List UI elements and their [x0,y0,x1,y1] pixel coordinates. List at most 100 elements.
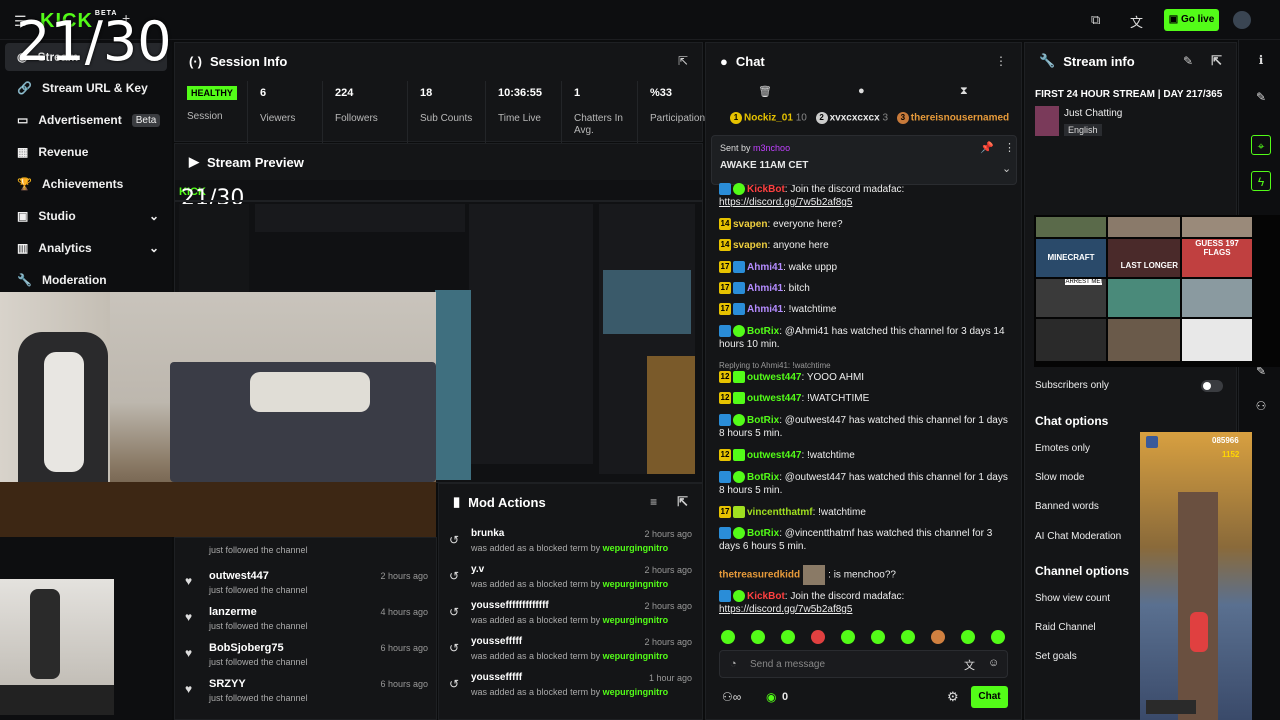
stat-followers: 224 Followers [323,81,408,143]
sidebar-item-advertisement[interactable]: ▭ Advertisement Beta [5,106,167,134]
translate-icon[interactable]: 文 [964,657,975,673]
item-time: 6 hours ago [380,643,428,653]
send-chat-button[interactable]: Chat [971,686,1008,708]
preview-side-video [435,290,471,480]
sidebar-item-label: Studio [38,209,76,223]
item-sub: was added as a blocked term by wepurging… [471,543,669,553]
thumbnail: MINECRAFT [1036,239,1106,277]
more-icon[interactable]: ⋮ [1004,141,1015,154]
sidebar-item-achievements[interactable]: 🏆 Achievements [5,170,167,198]
chat-input-box[interactable]: ◔ Send a message 文 ☺ [719,650,1008,678]
option-ai-moderation[interactable]: AI Chat Moderation [1035,531,1121,542]
bubble-icon[interactable]: ● [858,85,865,97]
settings-icon[interactable]: ⚙ [947,689,959,705]
thumbnail [1036,319,1106,361]
chat-input[interactable]: Send a message [750,659,825,670]
panel-title: Session Info [210,53,288,69]
subscribers-only-toggle[interactable] [1201,380,1223,392]
studio-icon: ▣ [17,209,29,223]
option-set-goals[interactable]: Set goals [1035,651,1077,662]
translate-icon[interactable]: 文 [1130,12,1143,31]
target-icon[interactable]: ⌖ [1251,135,1271,155]
emote-button[interactable] [991,630,1005,644]
chevron-down-icon[interactable]: ⌄ [1002,162,1011,175]
sidebar-item-stream-url[interactable]: 🔗 Stream URL & Key [5,74,167,102]
leader-count: 3 [882,112,889,124]
emote-button[interactable] [781,630,795,644]
popout-icon[interactable]: ⇱ [677,494,688,510]
heart-icon: ♥ [185,646,193,660]
leader-name[interactable]: Nockiz_01 [744,113,793,124]
filter-icon[interactable]: ≡ [650,495,657,509]
emote-button[interactable] [901,630,915,644]
undo-icon[interactable]: ↺ [449,677,459,691]
rank-badge: 1 [730,112,742,124]
emote-button[interactable] [811,630,825,644]
list-item: ♥ BobSjoberg75 just followed the channel 6 … [175,636,436,672]
emote-button[interactable] [871,630,885,644]
emote-button[interactable] [931,630,945,644]
discord-link[interactable]: https://discord.gg/7w5b2af8g5 [719,604,852,615]
more-icon[interactable]: ⋮ [995,54,1007,68]
pin-icon[interactable]: 📌 [980,141,994,154]
sidebar-item-revenue[interactable]: ▦ Revenue [5,138,167,166]
session-info-panel: (·) Session Info ⇱ HEALTHY Session 6 Viewers… [174,42,705,143]
item-sub: just followed the channel [209,621,308,631]
chat-message: BotRix: @outwest447 has watched this cha… [719,414,1008,439]
beta-badge: Beta [131,113,161,127]
chat-header: ● Chat ⋮ [706,43,1021,79]
bot-badge-icon [733,590,745,603]
option-banned-words[interactable]: Banned words [1035,501,1099,512]
popout-icon[interactable]: ⇱ [1211,53,1222,69]
trash-icon[interactable]: 🗑 [758,85,772,98]
stat-value: 6 [260,87,267,99]
preview-chat [469,204,593,464]
chat-message: 14 svapen: everyone here? [719,218,843,231]
emote-button[interactable] [961,630,975,644]
edit-icon[interactable]: ✎ [1183,54,1193,68]
item-time: 6 hours ago [380,679,428,689]
users-icon[interactable]: ⚇∞ [722,690,741,704]
list-item: ↺ y.v was added as a blocked term by wepur… [439,560,702,596]
option-emotes-only[interactable]: Emotes only [1035,443,1090,454]
go-live-button[interactable]: ▣ Go live [1164,9,1219,31]
leader-name[interactable]: xvxcxcxcx [830,113,880,124]
status-badge: HEALTHY [187,86,237,100]
preview-icon[interactable]: ⧉ [1091,12,1100,28]
undo-icon[interactable]: ↺ [449,533,459,547]
leader-name[interactable]: thereisnousernamed [911,113,1009,124]
emote-button[interactable] [751,630,765,644]
option-raid-channel[interactable]: Raid Channel [1035,622,1096,633]
floor [0,482,436,537]
popout-icon[interactable]: ⇱ [678,54,688,68]
category-name[interactable]: Just Chatting [1064,108,1122,119]
undo-icon[interactable]: ↺ [449,641,459,655]
chevron-down-icon: ⌄ [148,209,159,223]
sidebar-item-moderation[interactable]: 🔧 Moderation [5,266,167,294]
chat-message: 12 outwest447: YOOO AHMI [719,371,865,384]
sidebar-item-studio[interactable]: ▣ Studio ⌄ [5,202,167,230]
hourglass-icon[interactable]: ⧗ [960,85,968,98]
option-show-view-count[interactable]: Show view count [1035,593,1110,604]
emote-button[interactable] [721,630,735,644]
leader-count: 10 [795,112,807,124]
avatar[interactable] [1233,11,1251,29]
undo-icon[interactable]: ↺ [449,569,459,583]
info-icon[interactable]: ℹ [1251,50,1271,70]
discord-link[interactable]: https://discord.gg/7w5b2af8g5 [719,197,852,208]
option-slow-mode[interactable]: Slow mode [1035,472,1084,483]
pen-icon[interactable]: ✎ [1251,87,1271,107]
verified-icon [719,325,731,338]
lightning-icon[interactable]: ϟ [1251,171,1271,191]
stat-time-live: 10:36:55 Time Live [486,81,562,143]
users-icon[interactable]: ⚇ [1251,396,1271,416]
emoji-icon[interactable]: ☺ [988,657,999,669]
rank-badge: 3 [896,112,909,124]
stat-label: Session [187,111,223,122]
sidebar-item-analytics[interactable]: ▥ Analytics ⌄ [5,234,167,262]
pinned-message[interactable]: Sent by m3nchoo AWAKE 11AM CET 📌 ⋮ ⌄ [711,135,1017,185]
thumbnail [1036,217,1106,237]
rank-badge: 2 [815,112,828,124]
undo-icon[interactable]: ↺ [449,605,459,619]
emote-button[interactable] [841,630,855,644]
